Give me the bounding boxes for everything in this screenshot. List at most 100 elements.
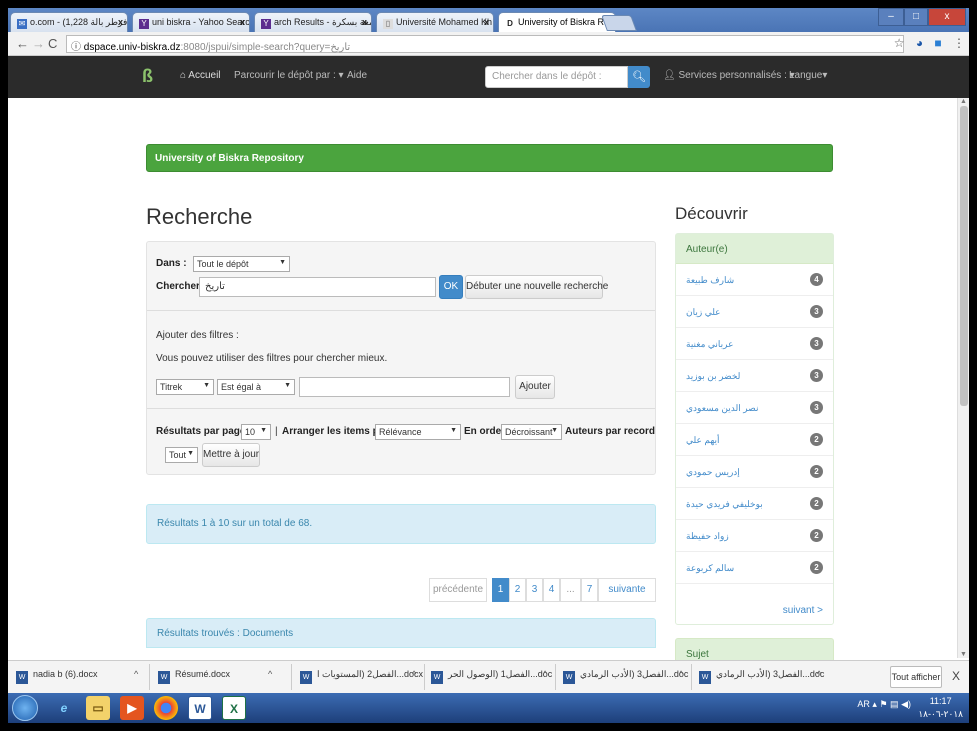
chevron-up-icon[interactable]: ^ <box>679 669 683 679</box>
chevron-up-icon[interactable]: ^ <box>817 669 821 679</box>
facet-item-name[interactable]: زواد حفيظة <box>686 531 729 542</box>
facet-item-name[interactable]: بوخليفي فريدي حيدة <box>686 499 763 510</box>
update-button[interactable]: Mettre à jour <box>202 443 260 467</box>
close-downloads-icon[interactable]: X <box>952 669 960 683</box>
pagination-next[interactable]: suivante <box>598 578 656 602</box>
query-input[interactable]: تاريخ <box>199 277 436 297</box>
pagination-page-7[interactable]: 7 <box>581 578 598 602</box>
facet-item-name[interactable]: سالم كربوعة <box>686 563 734 574</box>
add-filter-button[interactable]: Ajouter <box>515 375 555 399</box>
tab-close-icon[interactable]: x <box>362 17 367 27</box>
ie-icon[interactable]: e <box>52 696 76 720</box>
dspace-logo-icon[interactable]: ß <box>142 66 156 88</box>
tab-yahoo-search[interactable]: Yuni biskra - Yahoo Search x <box>132 12 250 32</box>
rpp-select[interactable]: 10 ▼ <box>241 424 271 440</box>
pagination-page-3[interactable]: 3 <box>526 578 543 602</box>
facet-item-name[interactable]: شارف طبيعة <box>686 275 734 286</box>
download-item[interactable]: W الفصل3 (الأدب الرمادي...doc ^ <box>699 669 824 684</box>
chevron-up-icon[interactable]: ^ <box>412 669 416 679</box>
tab-mail[interactable]: ✉o.com - (فرطر بالة 1,228) x <box>10 12 128 32</box>
maximize-button[interactable]: □ <box>904 8 928 26</box>
pagination-page-4[interactable]: 4 <box>543 578 560 602</box>
nav-help[interactable]: Aide <box>347 70 367 81</box>
word-icon[interactable]: W <box>188 696 212 720</box>
chevron-up-icon[interactable]: ^ <box>268 669 272 679</box>
forward-arrow-icon[interactable]: → <box>32 36 45 51</box>
excel-icon[interactable]: X <box>222 696 246 720</box>
facet-item-name[interactable]: أيهم علي <box>686 435 720 446</box>
clock[interactable]: 11:17 ٢٠١٨-٠٦-١٨ <box>918 695 963 721</box>
facet-item[interactable]: علي زيان 3 <box>676 296 833 328</box>
language-indicator[interactable]: AR <box>857 699 870 709</box>
pagination-page-2[interactable]: 2 <box>509 578 526 602</box>
order-select[interactable]: Décroissant ▼ <box>501 424 562 440</box>
show-all-downloads-button[interactable]: Tout afficher <box>890 666 942 688</box>
facet-item[interactable]: أيهم علي 2 <box>676 424 833 456</box>
new-search-button[interactable]: Débuter une nouvelle recherche <box>465 275 608 299</box>
tab-close-icon[interactable]: x <box>118 17 123 27</box>
tab-close-icon[interactable]: x <box>484 17 489 27</box>
extension-icon[interactable]: ◕ <box>916 36 923 50</box>
close-window-button[interactable]: x <box>928 8 966 26</box>
filter-field-select[interactable]: Titrek ▼ <box>156 379 214 395</box>
flag-icon[interactable]: ⚑ <box>879 699 887 709</box>
extension-icon-2[interactable]: ■ <box>934 36 941 50</box>
back-arrow-icon[interactable]: ← <box>16 36 29 51</box>
facet-item[interactable]: بوخليفي فريدي حيدة 2 <box>676 488 833 520</box>
nav-services[interactable]: 👤︎ Services personnalisés : ▾ <box>663 70 795 81</box>
info-icon[interactable]: ⓘ <box>71 42 84 53</box>
nav-browse[interactable]: Parcourir le dépôt par : ▾ <box>234 70 344 81</box>
tab-universite[interactable]: ▯ Université Mohamed Kh x <box>376 12 494 32</box>
media-player-icon[interactable]: ▶ <box>120 696 144 720</box>
facet-item[interactable]: نصر الدين مسعودي 3 <box>676 392 833 424</box>
folder-icon[interactable]: ▭ <box>86 696 110 720</box>
new-tab-button[interactable] <box>601 15 637 31</box>
download-item[interactable]: W الفصل3 (الأدب الرمادي...doc ^ <box>563 669 688 684</box>
facet-item-name[interactable]: نصر الدين مسعودي <box>686 403 759 414</box>
download-item[interactable]: W Résumé.docx ^ <box>158 669 272 684</box>
download-item[interactable]: Wnadia b (6).docx ^ <box>16 669 138 684</box>
pagination-prev[interactable]: précédente <box>429 578 487 602</box>
filter-operator-select[interactable]: Est égal à ▼ <box>217 379 295 395</box>
start-button[interactable] <box>12 695 38 721</box>
facet-item[interactable]: سالم كربوعة 2 <box>676 552 833 584</box>
minimize-button[interactable]: – <box>878 8 904 26</box>
chevron-up-icon[interactable]: ^ <box>543 669 547 679</box>
facet-item-name[interactable]: لخضر بن بوزيد <box>686 371 740 382</box>
tab-search-results[interactable]: Yarch Results - جامعة بسكرة x <box>254 12 372 32</box>
download-item[interactable]: W الفصل2 (المستويات ا...docx ^ <box>300 669 423 684</box>
filter-value-input[interactable] <box>299 377 510 397</box>
tab-close-icon[interactable]: x <box>240 17 245 27</box>
scope-select[interactable]: Tout le dépôt ▼ <box>193 256 290 272</box>
url-field[interactable]: ⓘ dspace.univ-biskra.dz:8080/jspui/simpl… <box>66 35 904 53</box>
download-item[interactable]: W الفصل1 (الوصول الحر...doc ^ <box>431 669 552 684</box>
facet-item-name[interactable]: إدريس حمودي <box>686 467 740 478</box>
nav-home[interactable]: ⌂ Accueil <box>180 70 221 81</box>
facet-item[interactable]: زواد حفيظة 2 <box>676 520 833 552</box>
pagination-page-1[interactable]: 1 <box>492 578 509 602</box>
page-scrollbar[interactable]: ▲ ▼ <box>957 98 969 658</box>
facet-item[interactable]: إدريس حمودي 2 <box>676 456 833 488</box>
facet-item[interactable]: عرباني مغنية 3 <box>676 328 833 360</box>
authors-select[interactable]: Tout ▼ <box>165 447 198 463</box>
scroll-up-icon[interactable]: ▲ <box>960 98 967 105</box>
ok-button[interactable]: OK <box>439 275 463 299</box>
navbar-search-input[interactable]: Chercher dans le dépôt : <box>485 66 628 88</box>
reload-icon[interactable]: C <box>48 36 57 51</box>
facet-item-name[interactable]: علي زيان <box>686 307 721 318</box>
sort-select[interactable]: Rélévance ▼ <box>375 424 461 440</box>
menu-icon[interactable]: ⋮ <box>953 36 965 50</box>
facet-item-name[interactable]: عرباني مغنية <box>686 339 734 350</box>
volume-icon[interactable]: ◀) <box>901 699 911 709</box>
network-icon[interactable]: ▤ <box>890 699 899 709</box>
navbar-search-button[interactable]: 🔍︎ <box>628 66 650 88</box>
chrome-icon[interactable] <box>154 696 178 720</box>
bookmark-star-icon[interactable]: ☆ <box>894 36 905 50</box>
chevron-up-icon[interactable]: ^ <box>134 669 138 679</box>
facet-next-link[interactable]: suivant > <box>783 605 823 616</box>
scrollbar-thumb[interactable] <box>960 106 968 406</box>
facet-item[interactable]: شارف طبيعة 4 <box>676 264 833 296</box>
tab-repository[interactable]: DUniversity of Biskra Repo x <box>498 12 616 32</box>
scroll-down-icon[interactable]: ▼ <box>960 651 967 658</box>
facet-item[interactable]: لخضر بن بوزيد 3 <box>676 360 833 392</box>
